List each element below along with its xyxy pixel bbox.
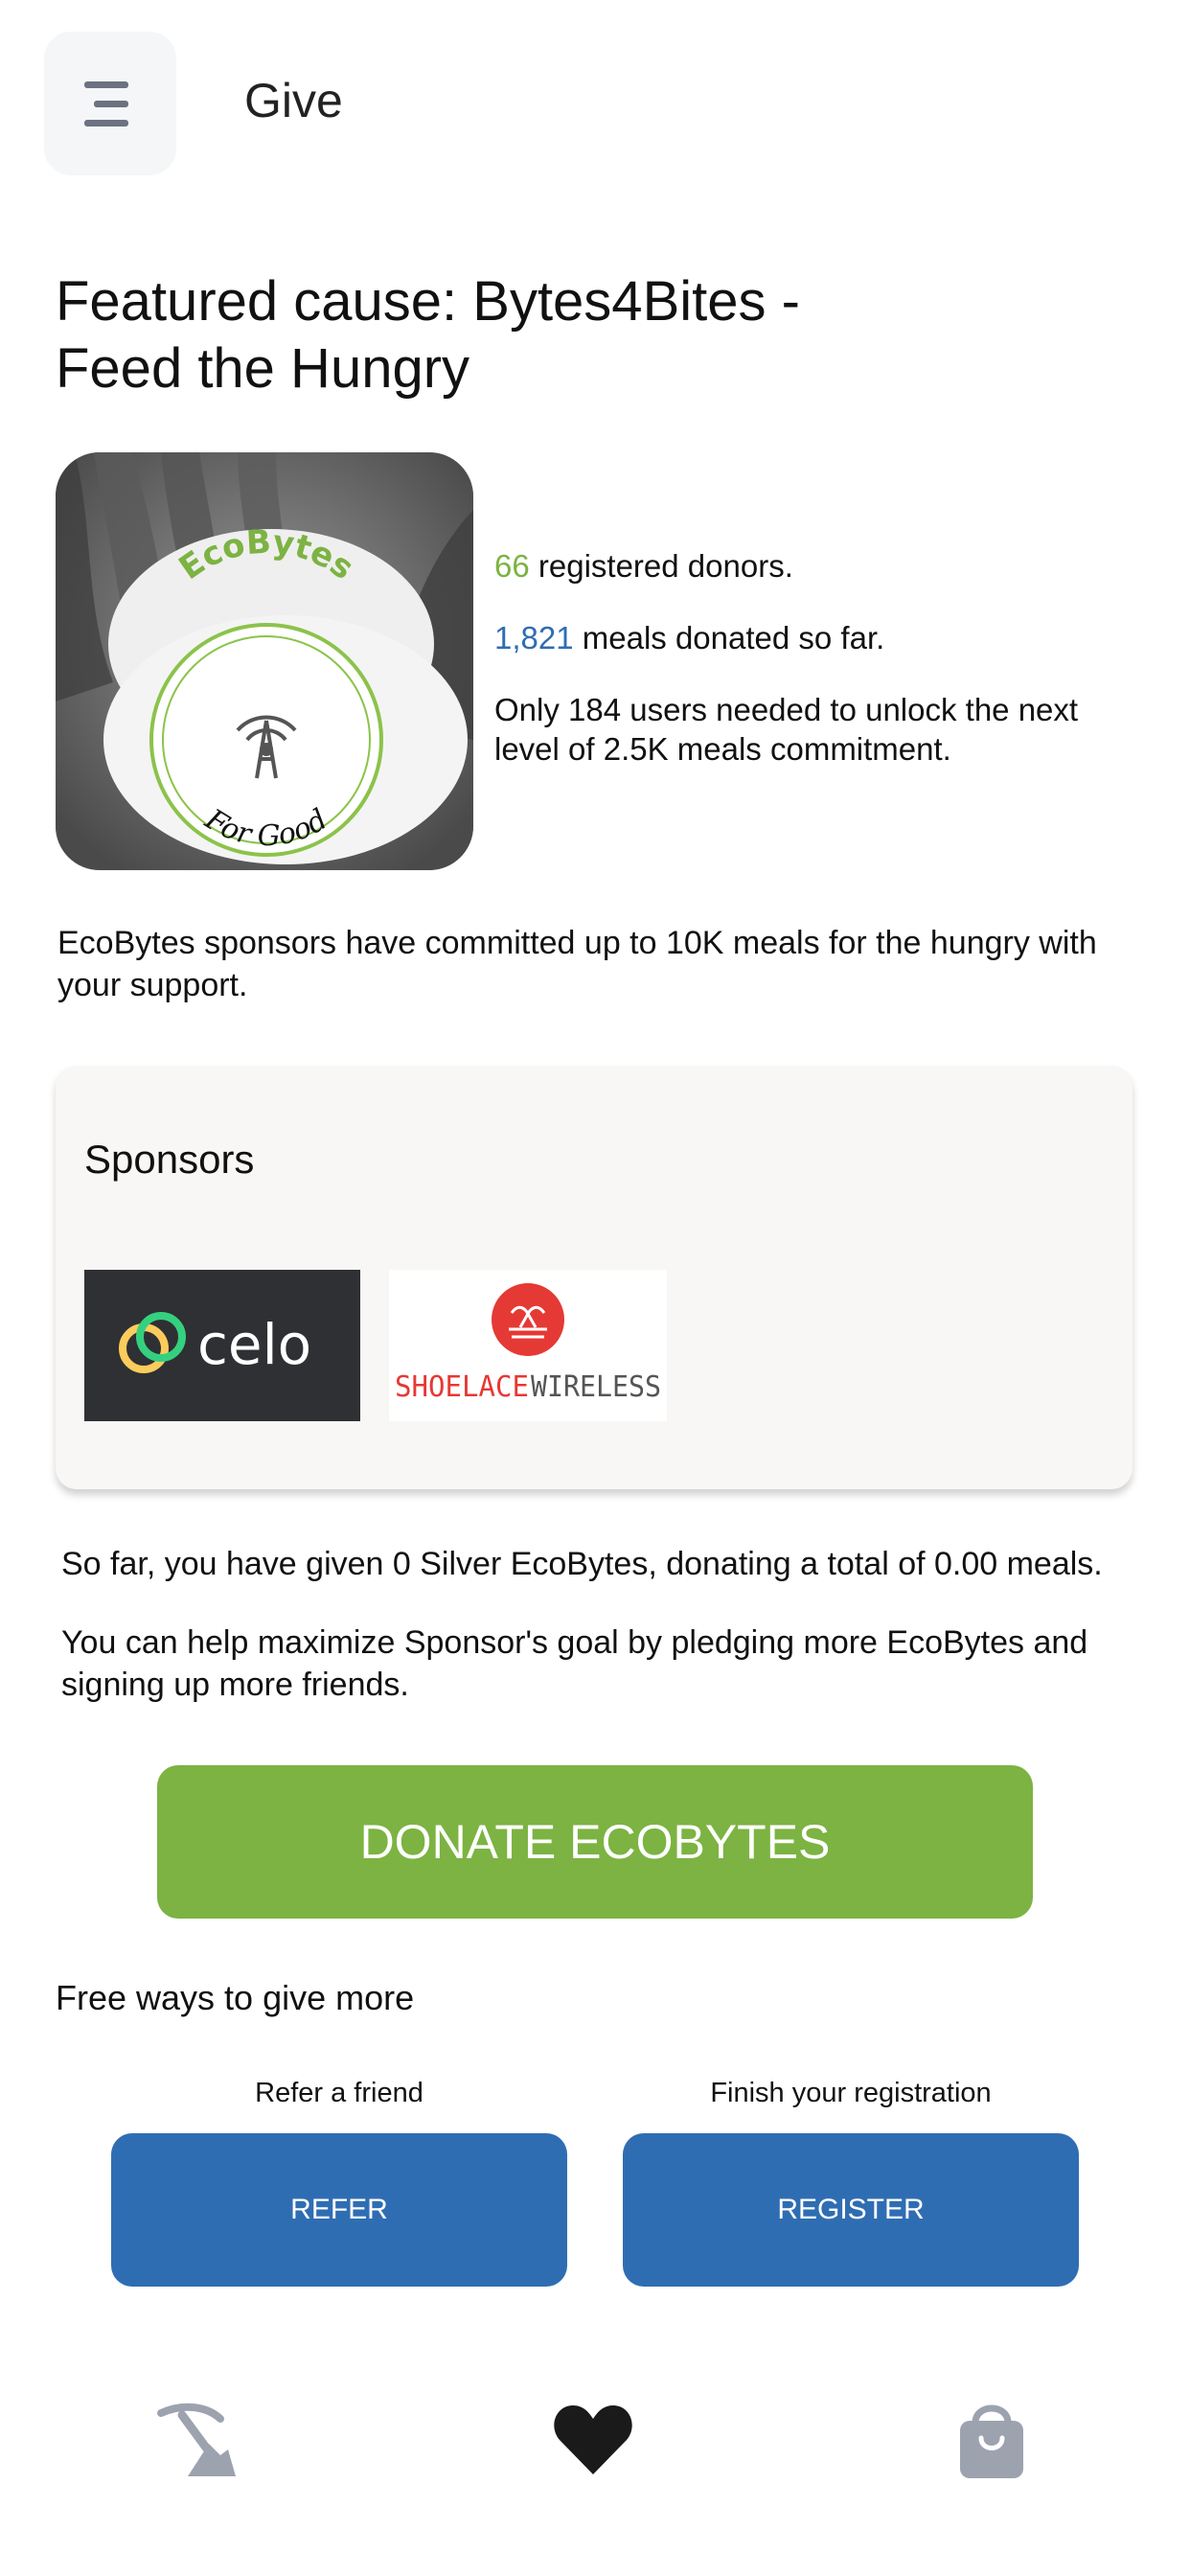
celo-logo-text: celo [197,1312,311,1377]
meals-text: meals donated so far. [573,620,885,656]
committed-text: EcoBytes sponsors have committed up to 1… [57,925,1097,1003]
donors-stat: 66 registered donors. [494,546,1146,586]
given-text: So far, you have given 0 Silver EcoBytes… [61,1546,1103,1582]
donors-count: 66 [494,548,530,584]
wireless-text: WIRELESS [531,1370,661,1404]
shopping-bag-icon [960,2404,1023,2478]
register-button[interactable]: REGISTER [623,2133,1079,2287]
meals-stat: 1,821 meals donated so far. [494,618,1146,657]
shoelace-wireless-logo[interactable]: SHOELACE WIRELESS [389,1270,667,1421]
heart-icon [554,2405,632,2474]
donate-ecobytes-button[interactable]: DONATE ECOBYTES [157,1765,1033,1919]
help-text: You can help maximize Sponsor's goal by … [61,1624,1088,1703]
pickaxe-mine-icon [157,2403,236,2476]
meals-count: 1,821 [494,620,574,656]
shoelace-text: SHOELACE [395,1370,529,1404]
free-ways-title: Free ways to give more [56,1978,415,2017]
cause-stats: 66 registered donors. 1,821 meals donate… [494,546,1146,801]
refer-button[interactable]: REFER [111,2133,567,2287]
celo-logo[interactable]: celo [84,1270,360,1421]
nav-give-tab[interactable] [550,2396,636,2482]
menu-button[interactable] [44,32,176,175]
hamburger-icon [84,81,136,126]
register-label: Finish your registration [710,2078,992,2108]
sponsors-title: Sponsors [84,1137,255,1182]
donors-text: registered donors. [529,548,793,584]
header-title: Give [244,74,343,127]
nav-mine-tab[interactable] [153,2396,240,2482]
refer-label: Refer a friend [255,2078,423,2108]
featured-cause-title: Featured cause: Bytes4Bites - Feed the H… [56,270,800,400]
nav-shop-tab[interactable] [949,2396,1035,2482]
unlock-text: Only 184 users needed to unlock the next… [494,692,1079,767]
cause-image: EcoBytes For Good [56,452,473,870]
